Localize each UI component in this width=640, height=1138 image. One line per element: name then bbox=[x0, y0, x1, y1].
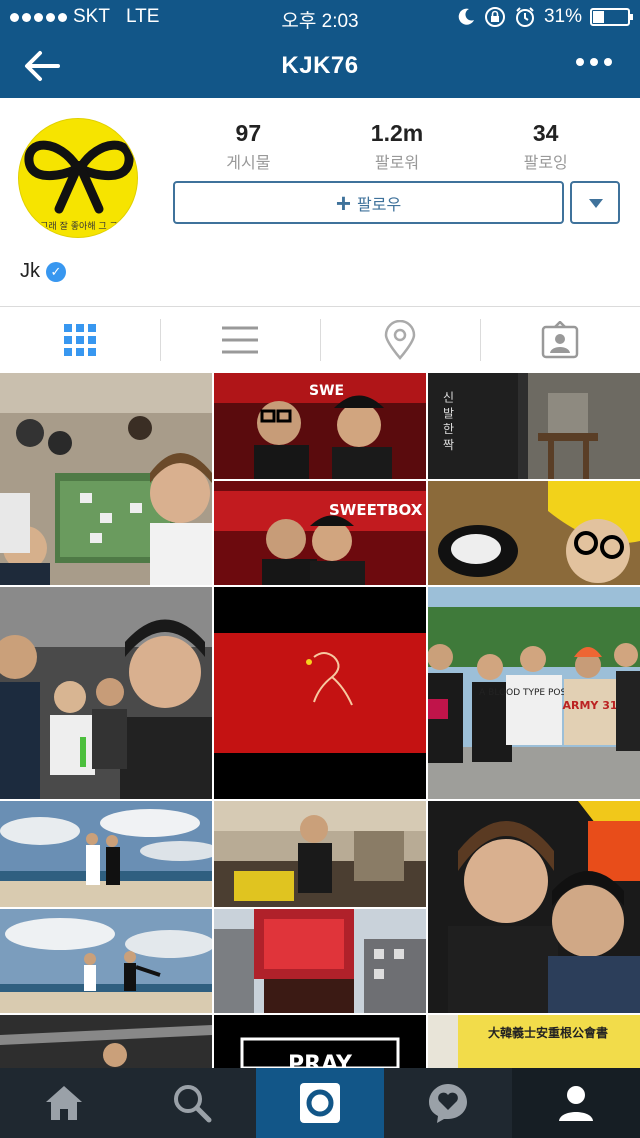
profile-icon bbox=[559, 1086, 593, 1121]
photo-grid-item[interactable] bbox=[0, 373, 212, 585]
tab-activity[interactable] bbox=[384, 1068, 512, 1138]
photo-grid-item[interactable] bbox=[214, 909, 426, 1013]
follow-button[interactable]: + 팔로우 bbox=[173, 181, 564, 224]
status-bar: SKT LTE 오후 2:03 31% bbox=[0, 0, 640, 34]
posts-label: 게시물 bbox=[226, 155, 271, 172]
tab-tagged[interactable] bbox=[480, 307, 640, 372]
followers-stat[interactable]: 1.2m 팔로워 bbox=[323, 120, 472, 173]
tab-grid[interactable] bbox=[0, 307, 160, 372]
battery-percent: 31% bbox=[543, 6, 582, 27]
list-view-icon bbox=[222, 326, 258, 353]
profile-header: 그래 잘 좋아해 그 그 97 게시물 1.2m 팔로워 34 팔로잉 + 팔로… bbox=[0, 98, 640, 306]
photo-grid-item[interactable] bbox=[428, 801, 640, 1013]
home-icon bbox=[46, 1086, 82, 1120]
rotation-lock-icon bbox=[484, 7, 505, 27]
avatar[interactable]: 그래 잘 좋아해 그 그 bbox=[18, 118, 138, 238]
alarm-icon bbox=[515, 7, 534, 27]
grid-view-icon bbox=[64, 323, 96, 356]
more-dots-icon[interactable] bbox=[576, 58, 612, 66]
posts-stat[interactable]: 97 게시물 bbox=[174, 120, 323, 173]
photo-grid-item[interactable] bbox=[214, 587, 426, 799]
photo-grid-item[interactable] bbox=[0, 1015, 212, 1068]
tab-camera[interactable] bbox=[256, 1068, 384, 1138]
ribbon-logo: 그래 잘 좋아해 그 그 bbox=[24, 140, 134, 232]
following-label: 팔로잉 bbox=[523, 155, 568, 172]
photo-grid-item[interactable] bbox=[0, 801, 212, 907]
followers-count: 1.2m bbox=[370, 120, 424, 146]
profile-view-tabs bbox=[0, 306, 640, 372]
svg-text:SWEETBOX: SWEETBOX bbox=[329, 501, 423, 519]
svg-text:大韓義士安重根公會書: 大韓義士安重根公會書 bbox=[488, 1025, 608, 1040]
tab-profile[interactable] bbox=[512, 1068, 640, 1138]
photo-grid-item[interactable] bbox=[214, 801, 426, 907]
followers-label: 팔로워 bbox=[374, 155, 420, 172]
search-icon bbox=[174, 1085, 212, 1123]
page-title: KJK76 bbox=[281, 52, 359, 79]
photo-grid: SWE SWEETBOX 신 발 한 짝 A BLOOD TYPE POSITI… bbox=[0, 373, 640, 1068]
profile-name: Jk ✓ bbox=[20, 260, 66, 283]
tab-search[interactable] bbox=[128, 1068, 256, 1138]
status-right: 31% bbox=[456, 6, 633, 28]
bottom-tab-bar bbox=[0, 1068, 640, 1138]
tagged-photos-icon bbox=[541, 320, 579, 358]
camera-icon bbox=[300, 1083, 340, 1123]
tab-location[interactable] bbox=[320, 307, 480, 372]
svg-text:PRAY: PRAY bbox=[288, 1052, 353, 1068]
verified-badge-icon: ✓ bbox=[46, 261, 66, 282]
activity-icon bbox=[429, 1084, 467, 1123]
following-count: 34 bbox=[532, 120, 559, 146]
navigation-bar: KJK76 bbox=[0, 34, 640, 98]
photo-grid-item[interactable] bbox=[428, 481, 640, 585]
plus-icon: + bbox=[335, 187, 351, 218]
photo-grid-item[interactable]: SWE bbox=[214, 373, 426, 479]
photo-grid-item[interactable]: PRAY bbox=[214, 1015, 426, 1068]
svg-text:그래 잘 좋아해 그 그: 그래 잘 좋아해 그 그 bbox=[40, 220, 118, 232]
profile-stats: 97 게시물 1.2m 팔로워 34 팔로잉 bbox=[174, 120, 620, 173]
location-icon bbox=[384, 319, 416, 360]
follow-label: 팔로우 bbox=[357, 196, 402, 214]
svg-text:신 발 한 짝: 신 발 한 짝 bbox=[441, 391, 455, 451]
battery-icon bbox=[590, 8, 633, 26]
photo-grid-item[interactable]: SWEETBOX bbox=[214, 481, 426, 585]
photo-grid-item[interactable] bbox=[0, 587, 212, 799]
following-stat[interactable]: 34 팔로잉 bbox=[471, 120, 620, 173]
profile-name-text: Jk bbox=[20, 260, 40, 282]
photo-grid-item[interactable]: 大韓義士安重根公會書 bbox=[428, 1015, 640, 1068]
moon-icon bbox=[458, 8, 474, 25]
tab-home[interactable] bbox=[0, 1068, 128, 1138]
svg-text:SWE: SWE bbox=[309, 383, 344, 399]
svg-text:ARMY 31: ARMY 31 bbox=[562, 699, 617, 712]
photo-grid-item[interactable]: 신 발 한 짝 bbox=[428, 373, 640, 479]
suggestions-dropdown-button[interactable] bbox=[570, 181, 620, 224]
posts-count: 97 bbox=[235, 120, 262, 146]
tab-list[interactable] bbox=[160, 307, 320, 372]
photo-grid-item[interactable]: A BLOOD TYPE POSITIVE ARMY 31 bbox=[428, 587, 640, 799]
photo-grid-item[interactable] bbox=[0, 909, 212, 1013]
